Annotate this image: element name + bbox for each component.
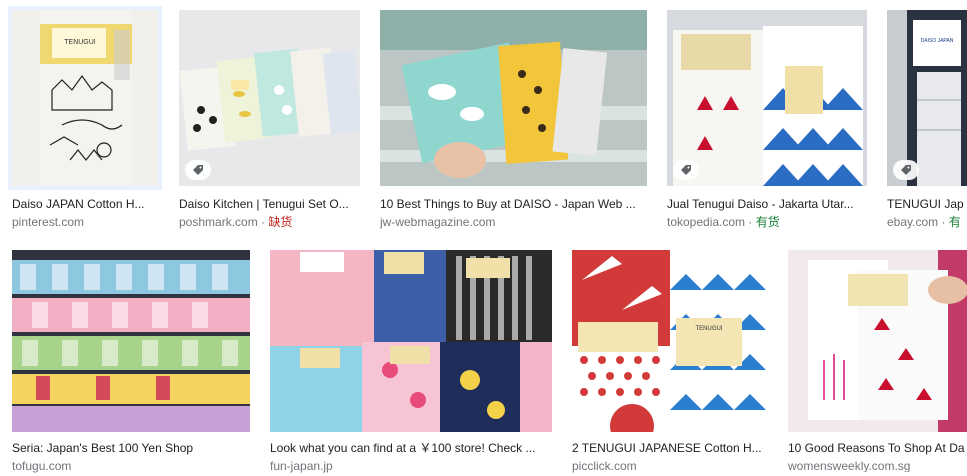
result-title[interactable]: Jual Tenugui Daiso - Jakarta Utar... <box>667 196 867 212</box>
tenugui-set-image <box>179 10 360 186</box>
result-title[interactable]: 2 TENUGUI JAPANESE Cotton H... <box>572 440 768 456</box>
result-image[interactable] <box>179 10 360 186</box>
package-label: TENUGUI <box>64 39 96 46</box>
result-title[interactable]: Look what you can find at a ￥100 store! … <box>270 440 552 456</box>
tenugui-package-image: TENUGUI <box>40 10 132 186</box>
result-image[interactable]: TENUGUI <box>12 10 158 186</box>
daiso-shelf-image <box>380 10 647 186</box>
result-source[interactable]: womensweekly.com.sg <box>788 458 967 472</box>
stock-status: 缺货 <box>268 215 293 229</box>
stock-status: 有 <box>948 215 961 229</box>
result-source[interactable]: fun-japan.jp <box>270 458 552 474</box>
result-image[interactable] <box>270 250 552 432</box>
package-label: TENUGUI <box>696 326 723 332</box>
result-card-7[interactable]: Look what you can find at a ￥100 store! … <box>270 250 552 474</box>
result-card-6[interactable]: Seria: Japan's Best 100 Yen Shop tofugu.… <box>12 250 250 474</box>
result-source[interactable]: tokopedia.com · 有货 <box>667 214 867 230</box>
shopping-tag-icon <box>673 160 699 180</box>
package-label: DAISO JAPAN <box>921 38 954 44</box>
result-image[interactable] <box>788 250 967 432</box>
result-source[interactable]: poshmark.com · 缺货 <box>179 214 360 230</box>
tenugui-store-image <box>270 250 552 432</box>
result-image[interactable]: TENUGUI <box>572 250 768 432</box>
shopping-tag-icon <box>893 160 919 180</box>
result-source[interactable]: ebay.com · 有 <box>887 214 967 230</box>
result-card-4[interactable]: Jual Tenugui Daiso - Jakarta Utar... tok… <box>667 10 867 230</box>
shopping-tag-icon <box>185 160 211 180</box>
result-title[interactable]: Seria: Japan's Best 100 Yen Shop <box>12 440 250 456</box>
stock-status: 有货 <box>755 215 780 229</box>
result-card-8[interactable]: TENUGUI 2 TENUGUI JAPANESE Cotton H... p… <box>572 250 768 474</box>
result-image[interactable] <box>380 10 647 186</box>
result-source-domain[interactable]: tokopedia.com <box>667 215 745 229</box>
result-card-2[interactable]: Daiso Kitchen | Tenugui Set O... poshmar… <box>179 10 360 230</box>
result-image[interactable] <box>667 10 867 186</box>
result-source-domain[interactable]: ebay.com <box>887 215 938 229</box>
tenugui-kabuki-image <box>667 10 867 186</box>
result-card-3[interactable]: 10 Best Things to Buy at DAISO - Japan W… <box>380 10 647 230</box>
result-image[interactable]: DAISO JAPAN <box>887 10 967 186</box>
result-source-domain[interactable]: poshmark.com <box>179 215 258 229</box>
result-card-5[interactable]: DAISO JAPAN TENUGUI Jap ebay.com · 有 <box>887 10 967 230</box>
result-title[interactable]: 10 Good Reasons To Shop At Da <box>788 440 967 456</box>
result-source[interactable]: tofugu.com <box>12 458 250 474</box>
result-source[interactable]: jw-webmagazine.com <box>380 214 647 230</box>
result-title[interactable]: TENUGUI Jap <box>887 196 967 212</box>
result-image[interactable] <box>12 250 250 432</box>
result-title[interactable]: Daiso Kitchen | Tenugui Set O... <box>179 196 360 212</box>
result-title[interactable]: 10 Best Things to Buy at DAISO - Japan W… <box>380 196 647 212</box>
tenugui-pair-image: TENUGUI <box>572 250 768 432</box>
result-card-9[interactable]: 10 Good Reasons To Shop At Da womensweek… <box>788 250 967 472</box>
result-title[interactable]: Daiso JAPAN Cotton H... <box>12 196 158 212</box>
result-source[interactable]: picclick.com <box>572 458 768 474</box>
tenugui-hand-image <box>788 250 967 432</box>
result-card-1[interactable]: TENUGUI Daiso JAPAN Cotton H... pinteres… <box>12 10 158 230</box>
separator-dot: · <box>941 215 949 229</box>
separator-dot: · <box>748 215 756 229</box>
result-source[interactable]: pinterest.com <box>12 214 158 230</box>
seria-shelf-image <box>12 250 250 432</box>
